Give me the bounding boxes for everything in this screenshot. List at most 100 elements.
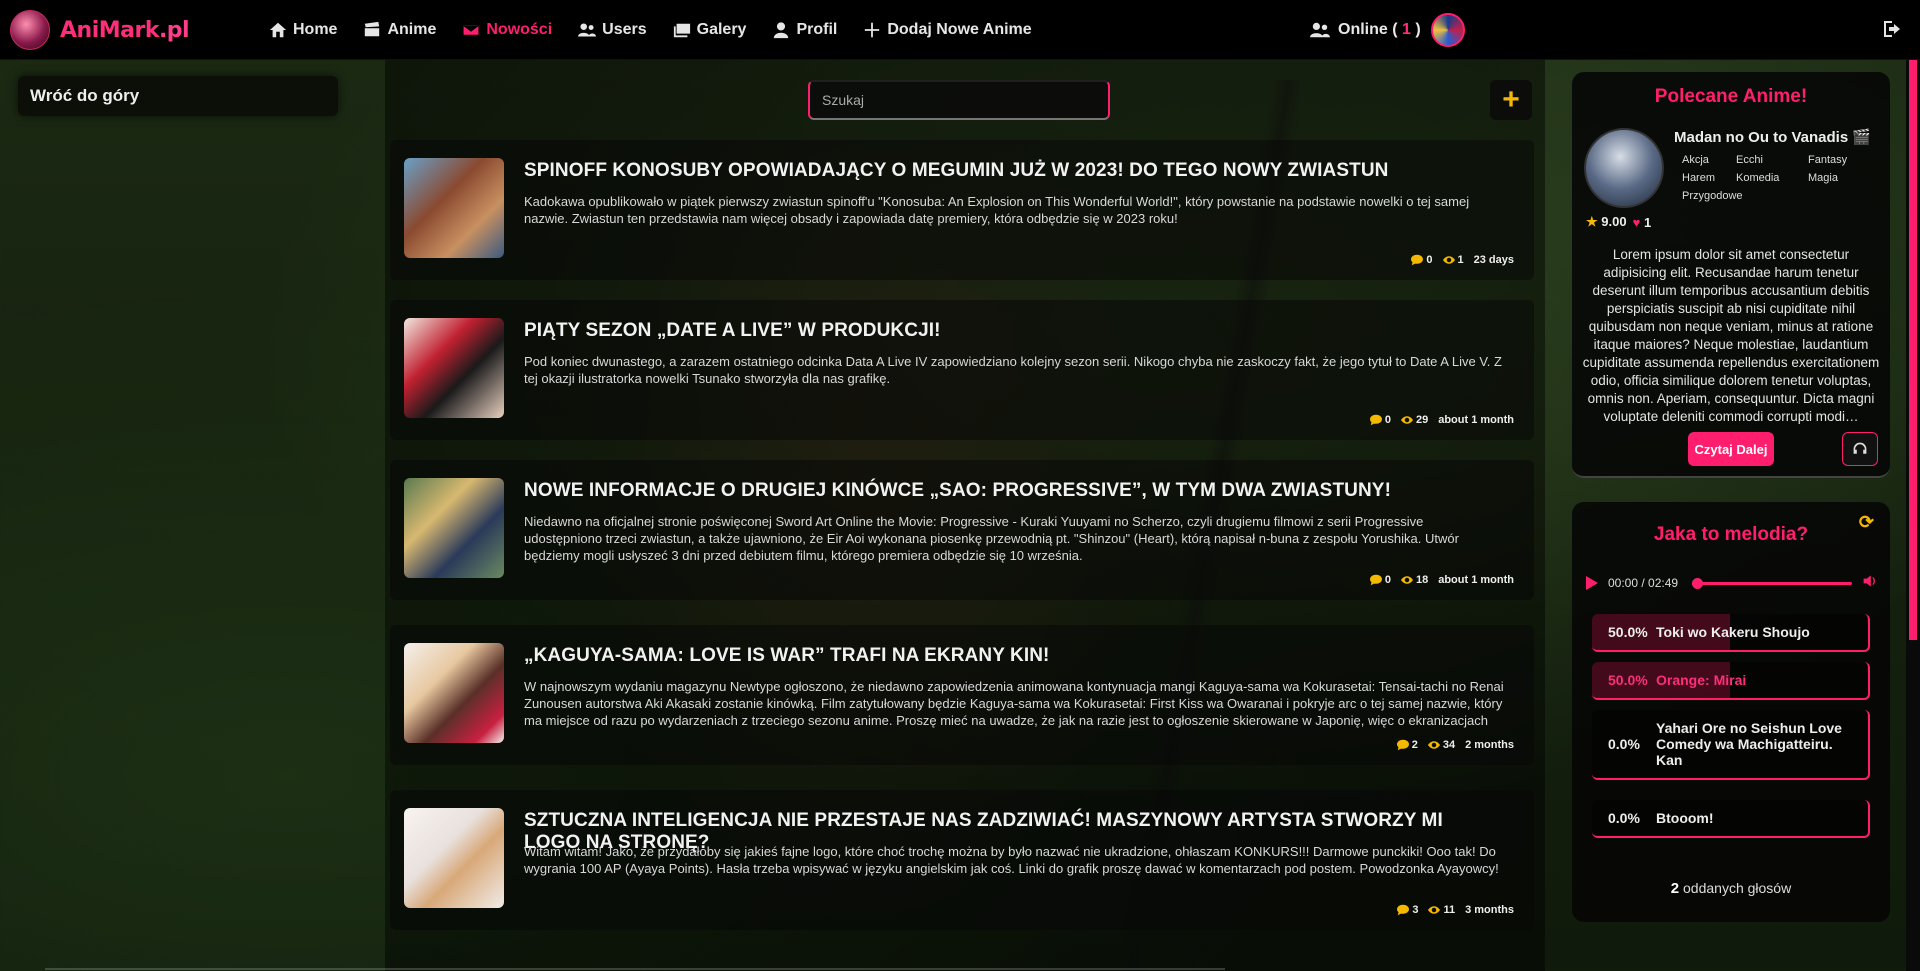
brand-logo (10, 10, 50, 50)
play-icon[interactable] (1586, 576, 1598, 590)
news-thumbnail[interactable] (404, 158, 504, 258)
melody-heading: Jaka to melodia? (1653, 524, 1809, 545)
scrollbar[interactable] (1906, 60, 1920, 971)
comment-count: 3 (1412, 904, 1419, 916)
gallery-icon (673, 23, 690, 38)
nav-users[interactable]: Users (565, 0, 659, 60)
anime-title[interactable]: Madan no Ou to Vanadis 🎬 (1674, 128, 1871, 146)
news-excerpt: W najnowszym wydaniu magazynu Newtype og… (524, 679, 1504, 728)
news-meta: 3 11 3 months (1397, 904, 1514, 916)
heart-icon: ♥ (1632, 214, 1641, 230)
quiz-option[interactable]: 50.0% Orange: Mirai (1592, 662, 1870, 700)
genre-tag[interactable]: Fantasy (1808, 154, 1878, 166)
online-close: ) (1415, 21, 1421, 38)
genre-tag[interactable]: Akcja (1682, 154, 1732, 166)
eye-icon (1442, 256, 1455, 264)
nav-home-label: Home (293, 21, 338, 38)
users-icon (578, 23, 597, 37)
add-news-button[interactable]: + (1490, 80, 1532, 120)
online-label: Online ( (1338, 21, 1398, 38)
genre-tag[interactable]: Harem (1682, 172, 1732, 184)
users-icon (1310, 22, 1330, 38)
news-item[interactable]: NOWE INFORMACJE O DRUGIEJ KINÓWCE „SAO: … (390, 460, 1534, 600)
anime-rating: 9.00 (1601, 214, 1627, 229)
nav-gallery-label: Galery (696, 21, 747, 38)
nav-anime-label: Anime (387, 21, 437, 38)
eye-icon (1400, 416, 1413, 424)
news-thumbnail[interactable] (404, 643, 504, 743)
online-users[interactable]: Online ( 1 ) (1310, 0, 1465, 60)
option-label: Btooom! (1656, 810, 1714, 826)
read-more-button[interactable]: Czytaj Dalej (1688, 432, 1774, 466)
quiz-option[interactable]: 50.0% Toki wo Kakeru Shoujo (1592, 614, 1870, 652)
search-input[interactable] (808, 80, 1110, 120)
eye-icon (1428, 906, 1441, 914)
quiz-option[interactable]: 0.0% Btooom! (1592, 800, 1870, 838)
anime-cover[interactable] (1584, 128, 1664, 208)
scrollbar-thumb[interactable] (1909, 60, 1917, 640)
news-excerpt: Witam witam! Jako, że przydałoby się jak… (524, 844, 1499, 876)
brand-name-main: AniMark (60, 17, 159, 43)
option-label: Yahari Ore no Seishun Love Comedy wa Mac… (1656, 720, 1842, 768)
news-title[interactable]: NOWE INFORMACJE O DRUGIEJ KINÓWCE „SAO: … (524, 480, 1504, 502)
news-item[interactable]: SZTUCZNA INTELIGENCJA NIE PRZESTAJE NAS … (390, 790, 1534, 930)
news-title[interactable]: „KAGUYA-SAMA: LOVE IS WAR” TRAFI NA EKRA… (524, 645, 1504, 667)
view-count: 34 (1442, 739, 1456, 751)
nav-add-anime-label: Dodaj Nowe Anime (887, 21, 1032, 38)
vote-count: 2 (1670, 880, 1680, 897)
news-item[interactable]: PIĄTY SEZON „DATE A LIVE” W PRODUKCJI! P… (390, 300, 1534, 440)
comment-count: 2 (1411, 739, 1418, 751)
vote-percent: 0.0% (1608, 736, 1640, 752)
star-icon: ★ (1586, 214, 1598, 229)
nav-profile[interactable]: Profil (759, 0, 850, 60)
news-title[interactable]: SPINOFF KONOSUBY OPOWIADAJĄCY O MEGUMIN … (524, 160, 1504, 182)
anime-stats: ★ 9.00 ♥ 1 (1586, 214, 1651, 230)
genre-list: Akcja Ecchi Fantasy Harem Komedia Magia … (1682, 154, 1882, 202)
news-meta: 2 34 2 months (1396, 739, 1514, 751)
nav-anime[interactable]: Anime (350, 0, 449, 60)
headphones-icon (1853, 442, 1867, 454)
genre-tag[interactable]: Ecchi (1736, 154, 1804, 166)
news-meta: 0 18 about 1 month (1369, 574, 1514, 586)
audio-player: 00:00 / 02:49 (1586, 570, 1878, 596)
news-age: 23 days (1473, 254, 1514, 266)
plus-icon (865, 22, 880, 38)
audio-progress-knob[interactable] (1692, 577, 1703, 589)
envelope-icon (462, 23, 481, 37)
news-thumbnail[interactable] (404, 478, 504, 578)
option-label: Toki wo Kakeru Shoujo (1656, 624, 1810, 640)
view-count: 1 (1457, 254, 1464, 266)
top-navbar: AniMark.pl Home Anime Nowości Users Gale… (0, 0, 1920, 60)
user-icon (774, 22, 789, 39)
melody-quiz-card: ⟳ Jaka to melodia? 00:00 / 02:49 50.0% T… (1572, 502, 1890, 922)
news-thumbnail[interactable] (404, 808, 504, 908)
anime-title-text: Madan no Ou to Vanadis (1674, 129, 1849, 146)
quiz-option[interactable]: 0.0% Yahari Ore no Seishun Love Comedy w… (1592, 710, 1870, 780)
genre-tag[interactable]: Magia (1808, 172, 1878, 184)
audio-time: 00:00 / 02:49 (1608, 576, 1679, 590)
clapperboard-icon: 🎬 (1852, 129, 1871, 146)
listen-button[interactable] (1842, 432, 1878, 466)
volume-icon[interactable] (1862, 573, 1878, 594)
comment-icon (1397, 904, 1410, 916)
nav-gallery[interactable]: Galery (660, 0, 760, 60)
back-to-top-button[interactable]: Wróć do góry (18, 76, 338, 116)
news-item[interactable]: SPINOFF KONOSUBY OPOWIADAJĄCY O MEGUMIN … (390, 140, 1534, 280)
nav-home[interactable]: Home (256, 0, 350, 60)
vote-label: oddanych głosów (1683, 880, 1792, 896)
news-title[interactable]: PIĄTY SEZON „DATE A LIVE” W PRODUKCJI! (524, 320, 1504, 342)
news-thumbnail[interactable] (404, 318, 504, 418)
nav-news[interactable]: Nowości (449, 0, 565, 60)
vote-percent: 0.0% (1608, 810, 1640, 826)
comment-icon (1369, 574, 1382, 586)
user-avatar[interactable] (1430, 13, 1465, 47)
news-item[interactable]: „KAGUYA-SAMA: LOVE IS WAR” TRAFI NA EKRA… (390, 625, 1534, 765)
brand[interactable]: AniMark.pl (10, 10, 190, 50)
news-age: about 1 month (1438, 574, 1514, 586)
nav-add-anime[interactable]: Dodaj Nowe Anime (850, 0, 1044, 60)
nav-news-label: Nowości (486, 21, 553, 38)
logout-button[interactable] (1882, 19, 1902, 39)
genre-tag[interactable]: Przygodowe (1682, 190, 1743, 202)
genre-tag[interactable]: Komedia (1736, 172, 1804, 184)
audio-progress[interactable] (1692, 577, 1852, 589)
